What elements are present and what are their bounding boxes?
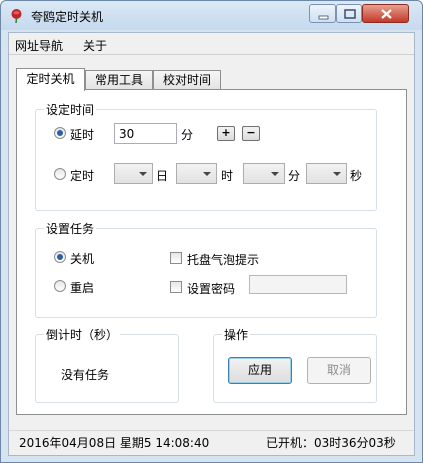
- delay-label: 延时: [70, 128, 95, 142]
- status-datetime: 2016年04月08日 星期5 14:08:40: [19, 436, 210, 450]
- chevron-down-icon: [271, 172, 279, 176]
- chevron-down-icon: [333, 172, 341, 176]
- actions-title: 操作: [222, 326, 251, 343]
- hour-combo[interactable]: [176, 163, 217, 184]
- title-bar[interactable]: 夸鸥定时关机: [1, 1, 422, 30]
- minute-combo[interactable]: [243, 163, 285, 184]
- second-combo[interactable]: [306, 163, 347, 184]
- chevron-down-icon: [139, 172, 147, 176]
- countdown-title: 倒计时（秒）: [44, 326, 121, 343]
- timed-radio[interactable]: [54, 168, 66, 180]
- tab-timed-shutdown[interactable]: 定时关机: [16, 68, 85, 91]
- minus-button[interactable]: −: [242, 126, 260, 141]
- day-unit-label: 日: [156, 169, 169, 183]
- countdown-group: 倒计时（秒） 没有任务: [35, 326, 179, 403]
- apply-button[interactable]: 应用: [228, 357, 292, 384]
- maximize-icon: [344, 9, 356, 19]
- delay-minutes-input[interactable]: [114, 123, 177, 144]
- delay-unit-label: 分: [181, 128, 194, 142]
- minimize-icon: [318, 15, 329, 20]
- tab-common-tools[interactable]: 常用工具: [85, 70, 153, 90]
- client-area: 网址导航 关于 定时关机 常用工具 校对时间 设定时间 延时 分 + − 定时 …: [8, 32, 415, 456]
- tab-panel-timed-shutdown: 设定时间 延时 分 + − 定时 日 时 分 秒 设置任务: [16, 89, 407, 415]
- close-icon: [381, 9, 392, 19]
- chevron-down-icon: [203, 172, 211, 176]
- status-uptime: 已开机：03时36分03秒: [266, 436, 396, 450]
- minute-unit-label: 分: [288, 169, 301, 183]
- restart-radio[interactable]: [54, 280, 66, 292]
- set-time-group: 设定时间 延时 分 + − 定时 日 时 分 秒: [35, 101, 377, 211]
- tray-tip-checkbox[interactable]: [170, 252, 182, 264]
- countdown-status: 没有任务: [61, 368, 110, 382]
- shutdown-radio[interactable]: [54, 251, 66, 263]
- window-title: 夸鸥定时关机: [31, 10, 104, 24]
- shutdown-label: 关机: [70, 252, 95, 266]
- second-unit-label: 秒: [350, 169, 363, 183]
- menu-item-about[interactable]: 关于: [83, 37, 107, 54]
- status-bar: 2016年04月08日 星期5 14:08:40 已开机：03时36分03秒: [9, 430, 414, 455]
- menu-item-site-nav[interactable]: 网址导航: [15, 37, 63, 54]
- day-combo[interactable]: [114, 163, 153, 184]
- menu-bar: 网址导航 关于: [9, 33, 414, 55]
- password-label: 设置密码: [187, 282, 236, 296]
- delay-radio[interactable]: [54, 127, 66, 139]
- cancel-button[interactable]: 取消: [307, 357, 371, 384]
- minimize-button[interactable]: [309, 4, 336, 23]
- actions-group: 操作 应用 取消: [213, 326, 377, 403]
- set-task-group: 设置任务 关机 重启 托盘气泡提示 设置密码: [35, 220, 377, 318]
- password-checkbox[interactable]: [170, 281, 182, 293]
- restart-label: 重启: [70, 281, 95, 295]
- set-time-title: 设定时间: [44, 101, 97, 118]
- tray-tip-label: 托盘气泡提示: [187, 253, 260, 267]
- set-task-title: 设置任务: [44, 220, 97, 237]
- timed-label: 定时: [70, 169, 95, 183]
- app-window: 夸鸥定时关机 网址导航 关于 定时关机 常用工具 校对时间 设定时间 延时 30…: [0, 0, 423, 463]
- rose-app-icon: [9, 8, 24, 24]
- tab-sync-time[interactable]: 校对时间: [153, 70, 221, 90]
- hour-unit-label: 时: [221, 169, 234, 183]
- plus-button[interactable]: +: [217, 126, 235, 141]
- close-button[interactable]: [362, 4, 409, 23]
- password-input[interactable]: [249, 275, 347, 294]
- maximize-button[interactable]: [336, 4, 362, 23]
